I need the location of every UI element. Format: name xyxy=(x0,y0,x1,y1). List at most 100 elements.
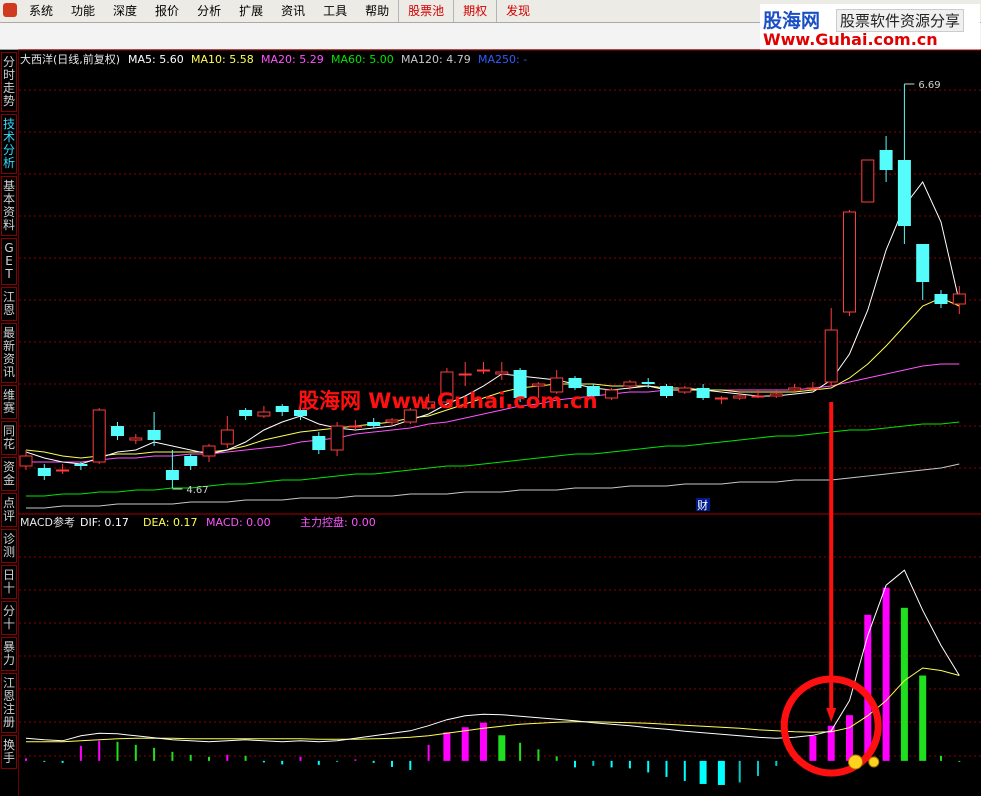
candle-body xyxy=(312,436,326,450)
macd-bar-2 xyxy=(61,760,64,763)
macd-bar-37 xyxy=(699,760,707,784)
candle-body xyxy=(769,393,783,397)
price-legend-MA120: MA120: 4.79 xyxy=(401,53,471,66)
candle-body xyxy=(74,464,88,466)
macd-bar-14 xyxy=(281,760,284,765)
candle-43 xyxy=(806,382,820,390)
high-label: 6.69 xyxy=(918,80,940,91)
macd-legend-3: 主力控盘: 0.00 xyxy=(300,515,376,529)
candle-17 xyxy=(330,422,344,456)
macd-bar-23 xyxy=(443,732,451,761)
candle-24 xyxy=(458,362,472,386)
macd-bar-22 xyxy=(427,744,430,761)
candle-41 xyxy=(769,390,783,398)
macd-bar-13 xyxy=(262,760,265,763)
macd-title: MACD参考 xyxy=(20,515,75,529)
candle-body xyxy=(165,470,179,480)
candle-body xyxy=(641,382,655,384)
macd-bar-50 xyxy=(940,755,942,761)
candle-body xyxy=(147,430,161,440)
candle-body xyxy=(367,422,381,426)
signal-arrowhead xyxy=(826,708,837,722)
candle-25 xyxy=(477,362,490,374)
candle-38 xyxy=(714,396,728,404)
macd-bar-47 xyxy=(882,587,890,761)
macd-bar-48 xyxy=(900,607,908,761)
candle-body xyxy=(129,437,143,441)
candle-18 xyxy=(348,420,362,430)
macd-bar-32 xyxy=(610,760,613,768)
low-label: 4.67 xyxy=(186,485,208,496)
candle-2 xyxy=(56,464,70,474)
macd-bar-43 xyxy=(809,735,817,761)
candle-50 xyxy=(934,290,948,308)
candle-5 xyxy=(111,422,124,440)
candle-body xyxy=(330,425,344,451)
candle-44 xyxy=(824,308,838,386)
stock-chart: 大西洋(日线,前复权) MACD参考 MA5: 5.60 MA10: 5.58 MA… xyxy=(18,49,981,785)
price-legend-MA20: MA20: 5.29 xyxy=(261,53,324,66)
macd-bar-21 xyxy=(409,760,412,770)
candle-13 xyxy=(257,406,271,418)
macd-bar-8 xyxy=(171,751,174,761)
macd-bar-45 xyxy=(846,715,853,761)
line-ma5 xyxy=(25,181,960,465)
candle-51 xyxy=(952,286,966,314)
macd-bar-39 xyxy=(738,760,741,783)
candle-1 xyxy=(37,464,51,480)
macd-bar-31 xyxy=(592,760,595,766)
macd-bar-29 xyxy=(555,756,558,761)
candle-body xyxy=(385,419,399,423)
candle-body xyxy=(184,456,198,466)
candle-body xyxy=(861,159,875,203)
candle-36 xyxy=(678,386,692,394)
candle-body xyxy=(788,387,802,391)
macd-bar-36 xyxy=(683,760,686,781)
candle-body xyxy=(623,381,637,387)
candle-body xyxy=(458,373,472,376)
candle-45 xyxy=(843,210,856,316)
candle-body xyxy=(56,469,70,472)
candle-body xyxy=(879,150,893,170)
line-ma20 xyxy=(26,363,960,463)
macd-bar-35 xyxy=(665,760,668,777)
candle-body xyxy=(568,378,582,388)
macd-bar-1 xyxy=(43,760,46,762)
candle-46 xyxy=(861,159,875,203)
candle-49 xyxy=(916,244,930,300)
candle-body xyxy=(897,160,911,226)
candle-body xyxy=(92,409,106,463)
macd-bar-30 xyxy=(574,760,576,768)
candle-body xyxy=(751,395,765,398)
line-ma10 xyxy=(25,297,960,459)
event-label: 财 xyxy=(697,498,708,512)
macd-legend-2: MACD: 0.00 xyxy=(206,516,271,529)
candle-body xyxy=(714,397,728,400)
candle-body xyxy=(934,294,948,304)
price-legend-MA250: MA250: - xyxy=(478,53,527,66)
macd-bar-9 xyxy=(189,754,192,761)
chart-title: 大西洋(日线,前复权) xyxy=(20,52,120,66)
candle-body xyxy=(37,468,51,476)
macd-bar-34 xyxy=(647,760,650,773)
candle-7 xyxy=(147,412,161,446)
candle-body xyxy=(275,406,289,412)
candle-32 xyxy=(605,388,619,400)
candle-body xyxy=(220,429,234,445)
candle-body xyxy=(678,387,692,393)
candle-body xyxy=(239,410,253,416)
macd-bar-17 xyxy=(336,760,339,762)
macd-bar-20 xyxy=(391,760,393,767)
candle-body xyxy=(111,426,124,436)
macd-bar-24 xyxy=(461,727,469,761)
smiley-icon xyxy=(848,754,863,770)
smiley-icon xyxy=(868,756,880,768)
candle-body xyxy=(843,211,856,313)
candle-body xyxy=(660,386,673,396)
candle-12 xyxy=(239,408,253,420)
macd-bar-33 xyxy=(628,760,631,769)
macd-bar-0 xyxy=(25,758,27,761)
candle-body xyxy=(19,455,33,467)
candle-body xyxy=(733,395,747,399)
candle-body xyxy=(257,411,271,417)
